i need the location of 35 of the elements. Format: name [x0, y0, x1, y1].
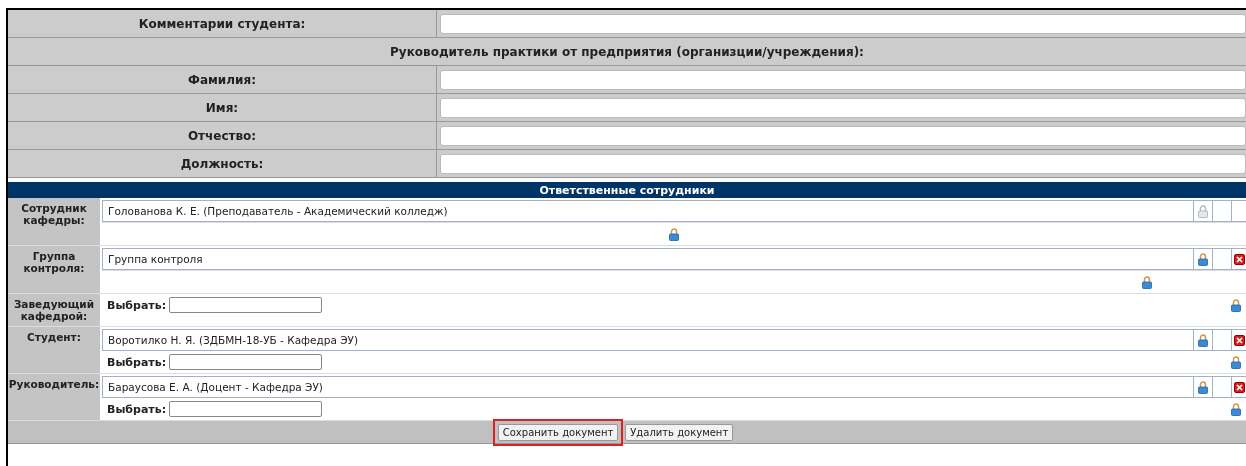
select-label: Выбрать:	[107, 402, 167, 416]
padlock-icon[interactable]	[1198, 380, 1208, 394]
person-name: Группа контроля	[107, 252, 204, 267]
row-label: Заведующий кафедрой:	[8, 294, 100, 326]
padlock-icon[interactable]	[1231, 402, 1241, 416]
select-field[interactable]	[169, 297, 323, 313]
delete-icon[interactable]	[1233, 253, 1245, 265]
section-header: Ответственные сотрудники	[8, 182, 1246, 198]
padlock-icon[interactable]	[1231, 298, 1241, 312]
person-name: Воротилко Н. Я. (ЗДБМН-18-УБ - Кафедра ЭУ)	[107, 333, 360, 348]
padlock-icon[interactable]	[669, 227, 679, 241]
save-button[interactable]: Сохранить документ	[497, 423, 619, 441]
row-label: Руководитель:	[8, 374, 100, 420]
text-field[interactable]	[440, 13, 1246, 34]
select-label: Выбрать:	[107, 355, 167, 369]
row-label: Группа контроля:	[8, 246, 100, 293]
person-name: Голованова К. Е. (Преподаватель - Академический колледж)	[107, 204, 449, 219]
padlock-icon[interactable]	[1231, 355, 1241, 369]
delete-icon[interactable]	[1233, 381, 1245, 393]
select-field[interactable]	[169, 354, 323, 370]
row-label: Сотрудник кафедры:	[8, 198, 100, 245]
padlock-icon[interactable]	[1198, 333, 1208, 347]
person-name: Бараусова Е. А. (Доцент - Кафедра ЭУ)	[107, 380, 324, 395]
delete-icon[interactable]	[1233, 334, 1245, 346]
text-field[interactable]	[440, 69, 1246, 90]
section-title: Руководитель практики от предприятия (организции/учреждения):	[389, 43, 865, 61]
padlock-icon[interactable]	[1198, 252, 1208, 266]
delete-button[interactable]: Удалить документ	[625, 423, 734, 441]
select-label: Выбрать:	[107, 298, 167, 312]
text-field[interactable]	[440, 153, 1246, 174]
row-label: Студент:	[8, 327, 100, 373]
text-field[interactable]	[440, 97, 1246, 118]
text-field[interactable]	[440, 125, 1246, 146]
select-field[interactable]	[169, 401, 323, 417]
padlock-icon[interactable]	[1142, 275, 1152, 289]
